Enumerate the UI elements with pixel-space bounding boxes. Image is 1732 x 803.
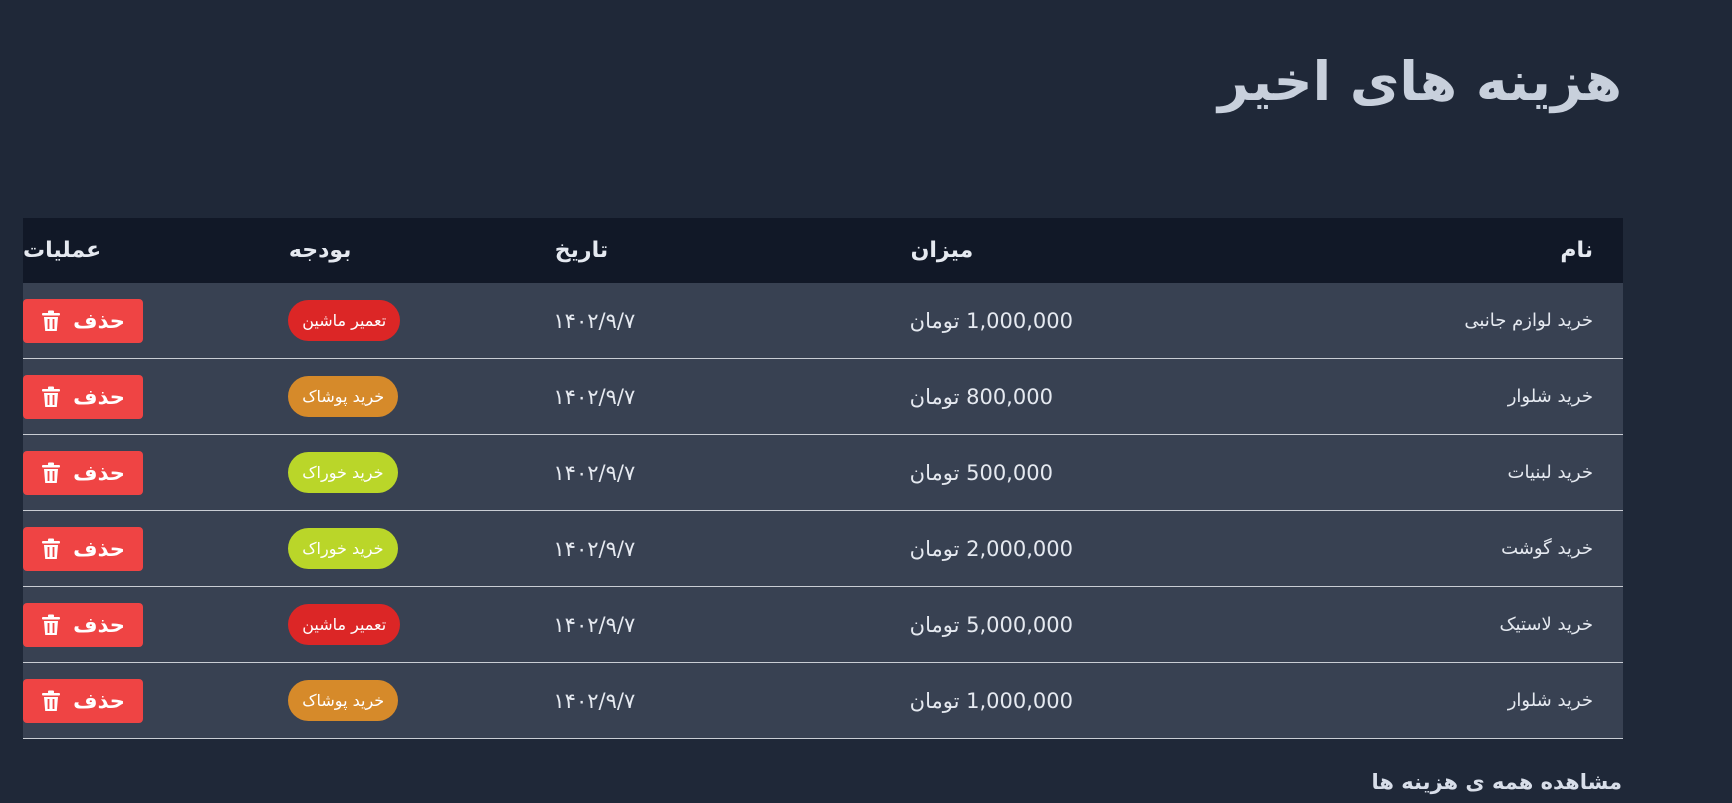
expense-name: خرید لوازم جانبی bbox=[1464, 310, 1593, 331]
delete-button-label: حذف bbox=[73, 460, 125, 485]
budget-badge: خرید پوشاک bbox=[288, 376, 399, 417]
budget-badge: تعمیر ماشین bbox=[288, 300, 401, 341]
delete-button[interactable]: حذف bbox=[23, 374, 143, 419]
delete-button[interactable]: حذف bbox=[23, 450, 143, 495]
table-row: خرید لبنیات 500,000 تومان ۱۴۰۲/۹/۷ خرید … bbox=[23, 435, 1623, 511]
expense-amount: 2,000,000 تومان bbox=[909, 536, 1073, 561]
expense-date: ۱۴۰۲/۹/۷ bbox=[553, 612, 636, 637]
expenses-table: نام میزان تاریخ بودجه عملیات خرید لوازم … bbox=[23, 218, 1623, 739]
header-name: نام bbox=[1560, 238, 1593, 263]
delete-button-label: حذف bbox=[73, 384, 125, 409]
view-all-expenses-link[interactable]: مشاهده همه ی هزینه ها bbox=[1372, 770, 1622, 794]
expense-name: خرید لبنیات bbox=[1507, 462, 1593, 483]
delete-button-label: حذف bbox=[73, 308, 125, 333]
trash-icon bbox=[42, 538, 61, 559]
expense-date: ۱۴۰۲/۹/۷ bbox=[553, 384, 636, 409]
expense-amount: 800,000 تومان bbox=[909, 384, 1053, 409]
delete-button-label: حذف bbox=[73, 688, 125, 713]
expense-name: خرید شلوار bbox=[1507, 690, 1593, 711]
expense-name: خرید گوشت bbox=[1501, 538, 1593, 559]
trash-icon bbox=[42, 310, 61, 331]
delete-button-label: حذف bbox=[73, 612, 125, 637]
budget-badge: خرید خوراک bbox=[288, 528, 398, 569]
expense-name: خرید لاستیک bbox=[1499, 614, 1593, 635]
header-date: تاریخ bbox=[554, 238, 609, 263]
header-operations: عملیات bbox=[22, 238, 102, 263]
expense-amount: 5,000,000 تومان bbox=[909, 612, 1073, 637]
table-row: خرید لوازم جانبی 1,000,000 تومان ۱۴۰۲/۹/… bbox=[23, 283, 1623, 359]
delete-button[interactable]: حذف bbox=[23, 298, 143, 343]
trash-icon bbox=[42, 690, 61, 711]
table-row: خرید شلوار 1,000,000 تومان ۱۴۰۲/۹/۷ خرید… bbox=[23, 663, 1623, 739]
header-budget: بودجه bbox=[288, 238, 352, 263]
delete-button[interactable]: حذف bbox=[23, 678, 143, 723]
page-title: هزینه های اخیر bbox=[1218, 50, 1622, 113]
expense-amount: 1,000,000 تومان bbox=[909, 688, 1073, 713]
trash-icon bbox=[42, 386, 61, 407]
page: هزینه های اخیر نام میزان تاریخ بودجه عمل… bbox=[0, 0, 1732, 803]
expense-name: خرید شلوار bbox=[1507, 386, 1593, 407]
expense-date: ۱۴۰۲/۹/۷ bbox=[553, 536, 636, 561]
table-row: خرید گوشت 2,000,000 تومان ۱۴۰۲/۹/۷ خرید … bbox=[23, 511, 1623, 587]
budget-badge: خرید پوشاک bbox=[288, 680, 399, 721]
table-row: خرید لاستیک 5,000,000 تومان ۱۴۰۲/۹/۷ تعم… bbox=[23, 587, 1623, 663]
table-header-row: نام میزان تاریخ بودجه عملیات bbox=[23, 218, 1623, 283]
delete-button-label: حذف bbox=[73, 536, 125, 561]
delete-button[interactable]: حذف bbox=[23, 526, 143, 571]
expense-date: ۱۴۰۲/۹/۷ bbox=[553, 460, 636, 485]
budget-badge: تعمیر ماشین bbox=[288, 604, 401, 645]
trash-icon bbox=[42, 614, 61, 635]
budget-badge: خرید خوراک bbox=[288, 452, 398, 493]
expense-date: ۱۴۰۲/۹/۷ bbox=[553, 308, 636, 333]
expense-date: ۱۴۰۲/۹/۷ bbox=[553, 688, 636, 713]
table-body: خرید لوازم جانبی 1,000,000 تومان ۱۴۰۲/۹/… bbox=[23, 283, 1623, 739]
header-amount: میزان bbox=[910, 238, 974, 263]
expense-amount: 1,000,000 تومان bbox=[909, 308, 1073, 333]
trash-icon bbox=[42, 462, 61, 483]
expense-amount: 500,000 تومان bbox=[909, 460, 1053, 485]
table-row: خرید شلوار 800,000 تومان ۱۴۰۲/۹/۷ خرید پ… bbox=[23, 359, 1623, 435]
delete-button[interactable]: حذف bbox=[23, 602, 143, 647]
